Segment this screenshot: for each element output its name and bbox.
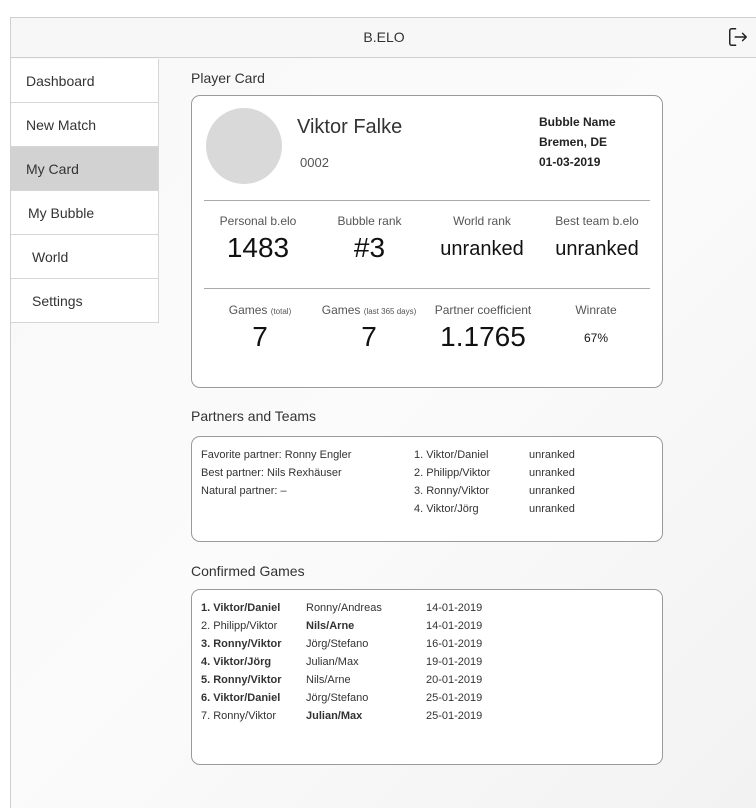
stat-value: 67% (583, 331, 609, 345)
stat-value: 1483 (226, 232, 290, 263)
game-date: 25-01-2019 (426, 710, 483, 722)
game-team: 6. Viktor/Daniel (201, 692, 281, 704)
divider (204, 288, 650, 289)
stat-world-rank: World rank unranked (427, 214, 537, 261)
stat-label: Bubble rank (337, 214, 402, 228)
game-opponent: Julian/Max (306, 710, 363, 722)
games-title: Confirmed Games (191, 563, 305, 579)
best-partner: Best partner: Nils Rexhäuser (201, 467, 342, 479)
stat-games-total: Games (total) 7 (210, 303, 310, 353)
stat-label: Partner coefficient (434, 303, 532, 317)
game-opponent: Jörg/Stefano (306, 692, 369, 704)
table-row: 1. Viktor/Daniel Ronny/Andreas 14-01-2019 (201, 599, 536, 617)
natural-partner: Natural partner: – (201, 485, 287, 497)
sidebar-item-my-card[interactable]: My Card (11, 147, 159, 191)
divider (204, 200, 650, 201)
stat-label: Personal b.elo (219, 214, 297, 228)
list-item: 1. Viktor/Daniel (414, 449, 489, 461)
table-row: 2. Philipp/Viktor Nils/Arne 14-01-2019 (201, 617, 536, 635)
stat-personal-belo: Personal b.elo 1483 (204, 214, 312, 264)
game-team: 3. Ronny/Viktor (201, 638, 282, 650)
stat-label: Winrate (575, 303, 617, 317)
game-opponent: Nils/Arne (306, 620, 355, 632)
team-rank: unranked (529, 449, 575, 461)
teams-list: 1. Viktor/Daniel 2. Philipp/Viktor 3. Ro… (414, 446, 490, 518)
player-id: 0002 (300, 155, 329, 170)
sidebar-item-new-match[interactable]: New Match (11, 103, 159, 147)
list-item: 3. Ronny/Viktor (414, 485, 490, 497)
game-team: 2. Philipp/Viktor (201, 620, 278, 632)
stat-best-team-belo: Best team b.elo unranked (540, 214, 654, 261)
stat-label: Best team b.elo (555, 214, 639, 228)
partners-card: Favorite partner: Ronny Engler Best part… (191, 436, 663, 542)
game-team: 4. Viktor/Jörg (201, 656, 272, 668)
list-item: 2. Philipp/Viktor (414, 467, 491, 479)
team-rank: unranked (529, 467, 575, 479)
sidebar-item-settings[interactable]: Settings (11, 279, 159, 323)
stat-value: unranked (440, 238, 524, 260)
sidebar-item-world[interactable]: World (11, 235, 159, 279)
sidebar-item-label: My Bubble (28, 204, 95, 221)
stat-value: 1.1765 (440, 321, 526, 352)
app-window: B.ELO Dashboard New Match My Card My Bub… (10, 17, 756, 808)
bubble-info: Bubble Name Bremen, DE 01-03-2019 (539, 112, 616, 172)
sidebar-item-dashboard[interactable]: Dashboard (11, 59, 159, 103)
games-card: 1. Viktor/Daniel Ronny/Andreas 14-01-2019 2… (191, 589, 663, 765)
game-date: 20-01-2019 (426, 674, 483, 686)
logout-icon[interactable] (727, 26, 749, 48)
sidebar-item-label: My Card (26, 160, 79, 177)
list-item: 4. Viktor/Jörg (414, 503, 479, 515)
bubble-date: 01-03-2019 (539, 155, 601, 169)
game-team: 1. Viktor/Daniel (201, 602, 281, 614)
game-team: 7. Ronny/Viktor (201, 710, 277, 722)
stat-label: World rank (453, 214, 511, 228)
partners-title: Partners and Teams (191, 408, 317, 424)
favorite-partner: Favorite partner: Ronny Engler (201, 449, 352, 461)
title-bar: B.ELO (11, 18, 756, 58)
table-row: 7. Ronny/Viktor Julian/Max 25-01-2019 (201, 707, 536, 725)
stat-bubble-rank: Bubble rank #3 (317, 214, 422, 264)
sidebar-item-label: World (32, 248, 69, 265)
table-row: 5. Ronny/Viktor Nils/Arne 20-01-2019 (201, 671, 536, 689)
stat-games-last-365: Games (last 365 days) 7 (314, 303, 424, 353)
stat-value: 7 (361, 321, 377, 352)
game-date: 16-01-2019 (426, 638, 483, 650)
stat-winrate: Winrate 67% (544, 303, 648, 345)
game-date: 25-01-2019 (426, 692, 483, 704)
table-row: 6. Viktor/Daniel Jörg/Stefano 25-01-2019 (201, 689, 536, 707)
partners-list: Favorite partner: Ronny Engler Best part… (201, 446, 351, 500)
table-row: 4. Viktor/Jörg Julian/Max 19-01-2019 (201, 653, 536, 671)
game-opponent: Nils/Arne (306, 674, 351, 686)
stat-value: 7 (252, 321, 268, 352)
player-name: Viktor Falke (297, 116, 403, 138)
game-team: 5. Ronny/Viktor (201, 674, 282, 686)
team-rank: unranked (529, 503, 575, 515)
stat-value: unranked (555, 238, 639, 260)
game-date: 19-01-2019 (426, 656, 483, 668)
game-opponent: Jörg/Stefano (306, 638, 369, 650)
games-list: 1. Viktor/Daniel Ronny/Andreas 14-01-2019 2… (201, 599, 536, 725)
game-date: 14-01-2019 (426, 620, 483, 632)
sidebar: Dashboard New Match My Card My Bubble Wo… (11, 59, 159, 323)
sidebar-item-label: Dashboard (26, 72, 95, 89)
sidebar-item-my-bubble[interactable]: My Bubble (11, 191, 159, 235)
game-date: 14-01-2019 (426, 602, 483, 614)
stat-label: Games (last 365 days) (321, 303, 417, 317)
sidebar-item-label: Settings (32, 292, 83, 309)
stat-label: Games (total) (228, 303, 292, 317)
app-title: B.ELO (363, 29, 405, 45)
stat-partner-coefficient: Partner coefficient 1.1765 (428, 303, 538, 353)
player-card-title: Player Card (191, 70, 265, 86)
team-rank: unranked (529, 485, 575, 497)
stat-value: #3 (353, 232, 386, 263)
game-opponent: Julian/Max (306, 656, 359, 668)
avatar (206, 108, 282, 184)
table-row: 3. Ronny/Viktor Jörg/Stefano 16-01-2019 (201, 635, 536, 653)
player-card: Viktor Falke 0002 Bubble Name Bremen, DE… (191, 95, 663, 388)
game-opponent: Ronny/Andreas (306, 602, 382, 614)
bubble-name: Bubble Name (539, 115, 616, 129)
bubble-location: Bremen, DE (539, 135, 608, 149)
sidebar-item-label: New Match (26, 116, 97, 133)
teams-rank-list: unranked unranked unranked unranked (529, 446, 575, 518)
